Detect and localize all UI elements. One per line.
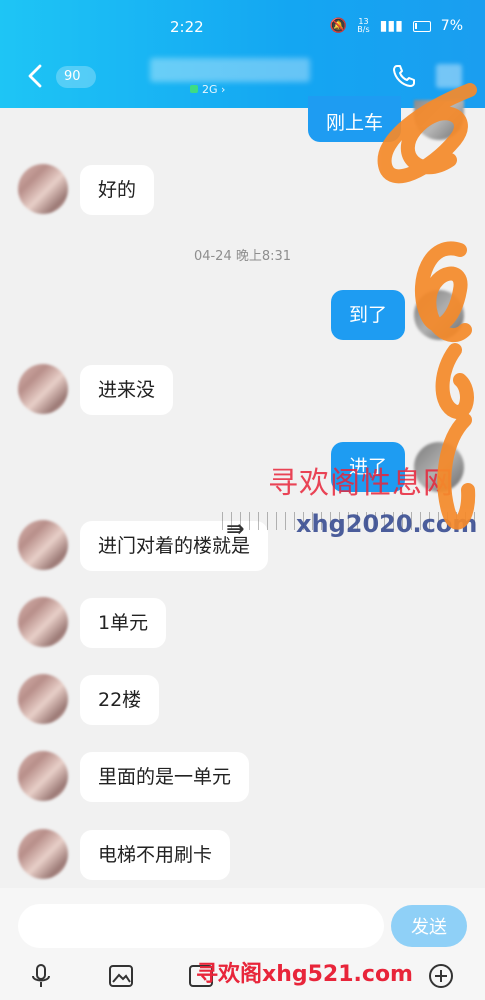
watermark-arrow-icon: ⇛ <box>226 517 245 542</box>
unread-count-badge[interactable]: 90 <box>56 66 96 88</box>
phone-icon <box>393 65 415 87</box>
image-button[interactable] <box>107 962 135 990</box>
contact-avatar[interactable] <box>18 520 68 570</box>
send-button[interactable]: 发送 <box>391 905 467 947</box>
chat-header: 2:22 🔕 13 B/s ▮▮▮ 7% 90 2G › <box>0 0 485 108</box>
watermark-site-name-2: 寻欢阁 <box>196 962 263 987</box>
message-bubble-incoming[interactable]: 1单元 <box>80 598 167 648</box>
watermark-domain: xhg2020.com <box>296 510 478 538</box>
watermark-site-name: 寻欢阁性息网 <box>268 466 454 501</box>
signal-icon: ▮▮▮ <box>379 18 403 34</box>
message-bubble-incoming[interactable]: 22楼 <box>80 675 160 725</box>
mute-icon: 🔕 <box>329 18 348 34</box>
online-dot-icon <box>190 85 198 93</box>
battery-icon <box>412 20 431 32</box>
more-options-button[interactable] <box>436 64 462 88</box>
chevron-left-icon <box>28 64 42 88</box>
message-text: 里面的是一单元 <box>98 766 232 788</box>
voice-button[interactable] <box>27 962 55 990</box>
battery-percent: 7% <box>440 18 463 34</box>
contact-avatar[interactable] <box>18 597 68 647</box>
my-avatar[interactable] <box>414 100 464 140</box>
plus-icon <box>429 964 453 988</box>
image-icon <box>109 965 133 987</box>
watermark-domain-2: xhg521.com <box>262 962 413 987</box>
message-text: 22楼 <box>98 689 142 711</box>
message-bubble-incoming[interactable]: 电梯不用刷卡 <box>80 830 231 880</box>
message-text: 好的 <box>98 179 137 201</box>
status-time: 2:22 <box>170 18 204 36</box>
status-icons: 🔕 13 B/s ▮▮▮ 7% <box>329 18 463 35</box>
watermark-bottom: 寻欢阁xhg521.com <box>196 956 413 988</box>
contact-avatar[interactable] <box>18 829 68 879</box>
message-bubble-incoming[interactable]: 里面的是一单元 <box>80 752 250 802</box>
message-text: 进来没 <box>98 379 156 401</box>
contact-avatar[interactable] <box>18 674 68 724</box>
contact-name-blurred[interactable] <box>150 58 310 82</box>
more-tools-button[interactable] <box>427 962 455 990</box>
message-text: 电梯不用刷卡 <box>98 844 213 866</box>
contact-online-status: 2G › <box>190 83 225 96</box>
input-bar: 发送 寻欢阁xhg521.com <box>0 888 485 1000</box>
back-button[interactable] <box>24 62 48 90</box>
contact-avatar[interactable] <box>18 164 68 214</box>
message-text: 1单元 <box>98 612 149 634</box>
network-type: 2G <box>202 83 218 96</box>
microphone-icon <box>32 964 50 987</box>
net-speed-unit: B/s <box>357 25 370 34</box>
contact-avatar[interactable] <box>18 364 68 414</box>
contact-avatar[interactable] <box>18 751 68 801</box>
phone-call-button[interactable] <box>390 62 418 90</box>
message-bubble-incoming[interactable]: 好的 <box>80 165 155 215</box>
message-text: 刚上车 <box>326 112 384 134</box>
message-text: 到了 <box>349 304 388 326</box>
net-speed: 13 B/s <box>357 18 369 34</box>
message-bubble-outgoing[interactable]: 到了 <box>331 290 406 340</box>
message-input[interactable] <box>18 904 384 948</box>
message-timestamp: 04-24 晚上8:31 <box>193 249 292 264</box>
my-avatar[interactable] <box>414 290 464 340</box>
message-bubble-outgoing[interactable]: 刚上车 <box>308 96 402 142</box>
message-bubble-incoming[interactable]: 进来没 <box>80 365 174 415</box>
